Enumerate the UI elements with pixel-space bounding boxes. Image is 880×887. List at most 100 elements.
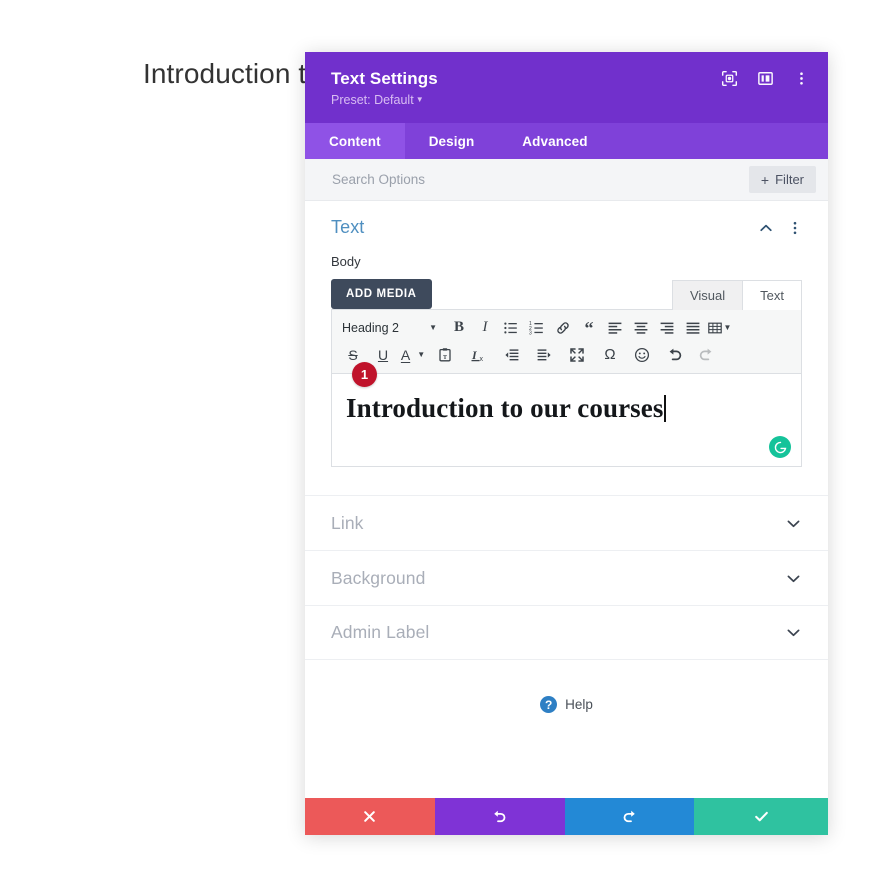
redo-button[interactable] (690, 342, 722, 368)
body-field-label: Body (331, 254, 361, 269)
format-select-value: Heading 2 (342, 320, 399, 335)
blockquote-button[interactable]: “ (576, 315, 602, 341)
tab-text[interactable]: Text (743, 280, 802, 310)
tab-visual[interactable]: Visual (671, 280, 744, 310)
table-button[interactable]: ▼ (706, 315, 732, 341)
undo-button[interactable] (434, 798, 565, 835)
tab-design[interactable]: Design (405, 123, 499, 159)
align-right-button[interactable] (654, 315, 680, 341)
search-bar: + Filter (305, 159, 828, 201)
undo-button[interactable] (658, 342, 690, 368)
quote-glyph: “ (584, 317, 594, 338)
save-button[interactable] (694, 798, 828, 835)
modal-header: Text Settings Preset: Default ▼ (305, 52, 828, 123)
panel-layout-icon[interactable] (757, 70, 774, 87)
clear-formatting-button[interactable]: I x (462, 342, 496, 368)
section-link[interactable]: Link (305, 495, 828, 550)
numbered-list-icon: 1 2 3 (529, 321, 543, 336)
text-section-header: Text (331, 217, 802, 248)
preset-selector[interactable]: Preset: Default ▼ (331, 93, 804, 107)
align-center-icon (634, 322, 648, 334)
svg-text:T: T (443, 354, 447, 360)
editor-content-area[interactable]: 1 Introduction to our courses (332, 362, 801, 466)
bold-button[interactable]: B (446, 315, 472, 341)
bullet-list-icon (504, 322, 517, 333)
outdent-icon (505, 348, 519, 360)
focus-target-icon[interactable] (721, 70, 738, 87)
text-section: Text Body ADD MEDIA Visual Text Heading … (305, 201, 828, 467)
chevron-down-icon: ▼ (429, 323, 437, 332)
chevron-down-icon (787, 575, 800, 582)
bullet-list-button[interactable] (498, 315, 524, 341)
tab-advanced[interactable]: Advanced (498, 123, 611, 159)
bold-glyph: B (453, 319, 464, 335)
kebab-menu-icon[interactable] (788, 220, 802, 236)
align-right-icon (660, 322, 674, 334)
editor-mode-tabs: Visual Text (671, 279, 802, 310)
special-character-button[interactable]: Ω (594, 342, 626, 368)
text-settings-modal: Text Settings Preset: Default ▼ Content … (305, 52, 828, 835)
grammarly-icon[interactable] (769, 436, 791, 458)
emoji-button[interactable] (626, 342, 658, 368)
underline-button[interactable]: U (368, 342, 398, 368)
cancel-button[interactable] (305, 798, 435, 835)
text-section-title: Text (331, 217, 365, 237)
editor-heading-text: Introduction to our courses (346, 393, 664, 423)
outdent-button[interactable] (496, 342, 528, 368)
tab-content[interactable]: Content (305, 123, 405, 159)
editor-toolbar: Heading 2 ▼ B I 1 2 3 “ ▼ S U A ▼ T I x … (332, 310, 801, 374)
add-media-button[interactable]: ADD MEDIA (331, 279, 432, 309)
table-icon (707, 322, 722, 333)
preset-label: Preset: Default (331, 93, 414, 107)
search-input[interactable] (332, 159, 749, 200)
filter-label: Filter (775, 172, 804, 187)
toolbar-row-1: Heading 2 ▼ B I 1 2 3 “ ▼ (338, 314, 795, 341)
paste-as-text-button[interactable]: T (428, 342, 462, 368)
modal-body: Text Body ADD MEDIA Visual Text Heading … (305, 201, 828, 798)
text-color-button[interactable]: A ▼ (398, 342, 428, 368)
redo-icon (699, 348, 711, 360)
text-color-glyph: A (400, 346, 411, 363)
modal-header-actions (721, 70, 810, 87)
link-button[interactable] (550, 315, 576, 341)
plus-icon: + (760, 171, 770, 188)
align-center-button[interactable] (628, 315, 654, 341)
align-left-button[interactable] (602, 315, 628, 341)
chevron-up-icon[interactable] (758, 220, 774, 236)
page-background-heading: Introduction to (143, 58, 322, 89)
undo-icon (669, 348, 681, 360)
grammarly-glyph (774, 441, 786, 453)
step-badge-1: 1 (352, 362, 377, 387)
chevron-down-icon (787, 520, 800, 527)
modal-footer (305, 798, 828, 835)
chevron-down-icon: ▼ (417, 350, 426, 359)
align-justify-button[interactable] (680, 315, 706, 341)
redo-button[interactable] (564, 798, 695, 835)
collapsed-sections: Link Background Admin Label (305, 495, 828, 660)
screen: Introduction to Text Settings Preset: De… (0, 0, 880, 887)
numbered-list-button[interactable]: 1 2 3 (524, 315, 550, 341)
italic-button[interactable]: I (472, 315, 498, 341)
paste-as-text-icon: T (439, 347, 451, 361)
clear-formatting-icon: I x (471, 348, 484, 363)
undo-icon (494, 810, 506, 823)
align-left-icon (608, 322, 622, 334)
strikethrough-glyph: S (348, 346, 358, 363)
indent-icon (537, 348, 551, 360)
format-select[interactable]: Heading 2 ▼ (338, 315, 442, 341)
fullscreen-button[interactable] (560, 342, 594, 368)
emoji-icon (634, 347, 650, 362)
kebab-menu-icon[interactable] (793, 70, 810, 87)
filter-button[interactable]: + Filter (748, 166, 816, 193)
indent-button[interactable] (528, 342, 560, 368)
svg-text:I: I (471, 348, 478, 362)
section-background[interactable]: Background (305, 550, 828, 605)
modal-tabs: Content Design Advanced (305, 123, 828, 159)
italic-glyph: I (482, 319, 488, 335)
svg-text:x: x (480, 356, 484, 363)
omega-glyph: Ω (604, 346, 616, 363)
align-justify-icon (686, 322, 700, 334)
help-link[interactable]: ? Help (305, 696, 828, 713)
section-background-label: Background (331, 567, 426, 588)
section-admin-label[interactable]: Admin Label (305, 605, 828, 660)
